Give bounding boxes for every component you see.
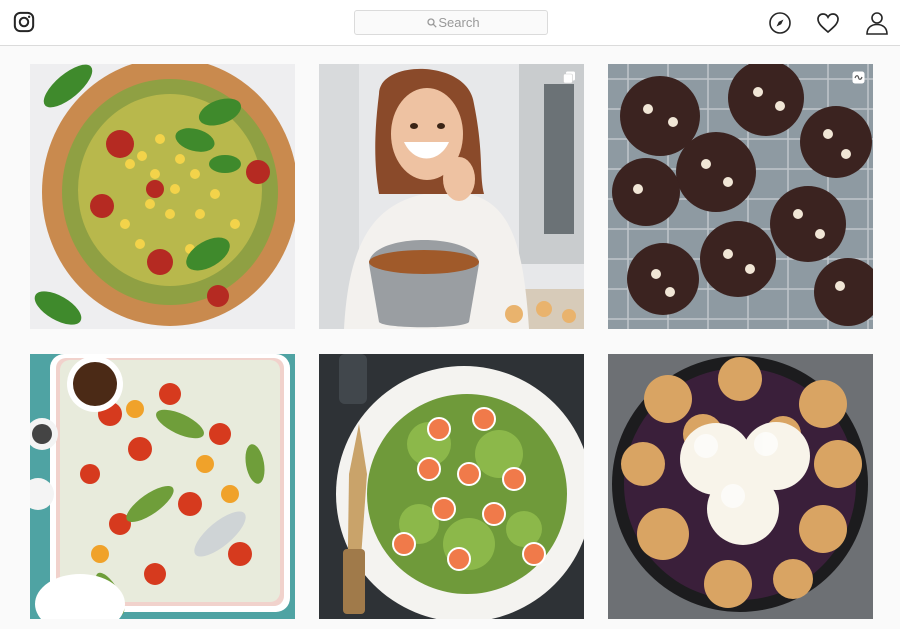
carousel-icon	[563, 71, 575, 84]
shrimp-pasta-photo	[319, 354, 584, 619]
boomerang-icon	[852, 71, 865, 84]
cookies-photo	[608, 64, 873, 329]
post-thumbnail-cobbler-ice-cream[interactable]	[608, 354, 873, 619]
instagram-logo-icon[interactable]	[13, 11, 35, 33]
post-thumbnail-pizza[interactable]	[30, 64, 295, 329]
cobbler-ice-cream-photo	[608, 354, 873, 619]
search-box[interactable]	[354, 10, 548, 35]
top-navigation-bar	[0, 0, 900, 46]
post-thumbnail-vegetable-tray[interactable]	[30, 354, 295, 619]
post-thumbnail-shrimp-pasta[interactable]	[319, 354, 584, 619]
post-thumbnail-cookies[interactable]	[608, 64, 873, 329]
compass-icon[interactable]	[768, 11, 792, 35]
heart-icon[interactable]	[816, 11, 840, 35]
person-icon[interactable]	[865, 11, 889, 35]
search-input[interactable]	[355, 11, 547, 34]
post-thumbnail-woman-with-bowl[interactable]	[319, 64, 584, 329]
pizza-photo	[30, 64, 295, 329]
woman-with-bowl-photo	[319, 64, 584, 329]
vegetable-tray-photo	[30, 354, 295, 619]
